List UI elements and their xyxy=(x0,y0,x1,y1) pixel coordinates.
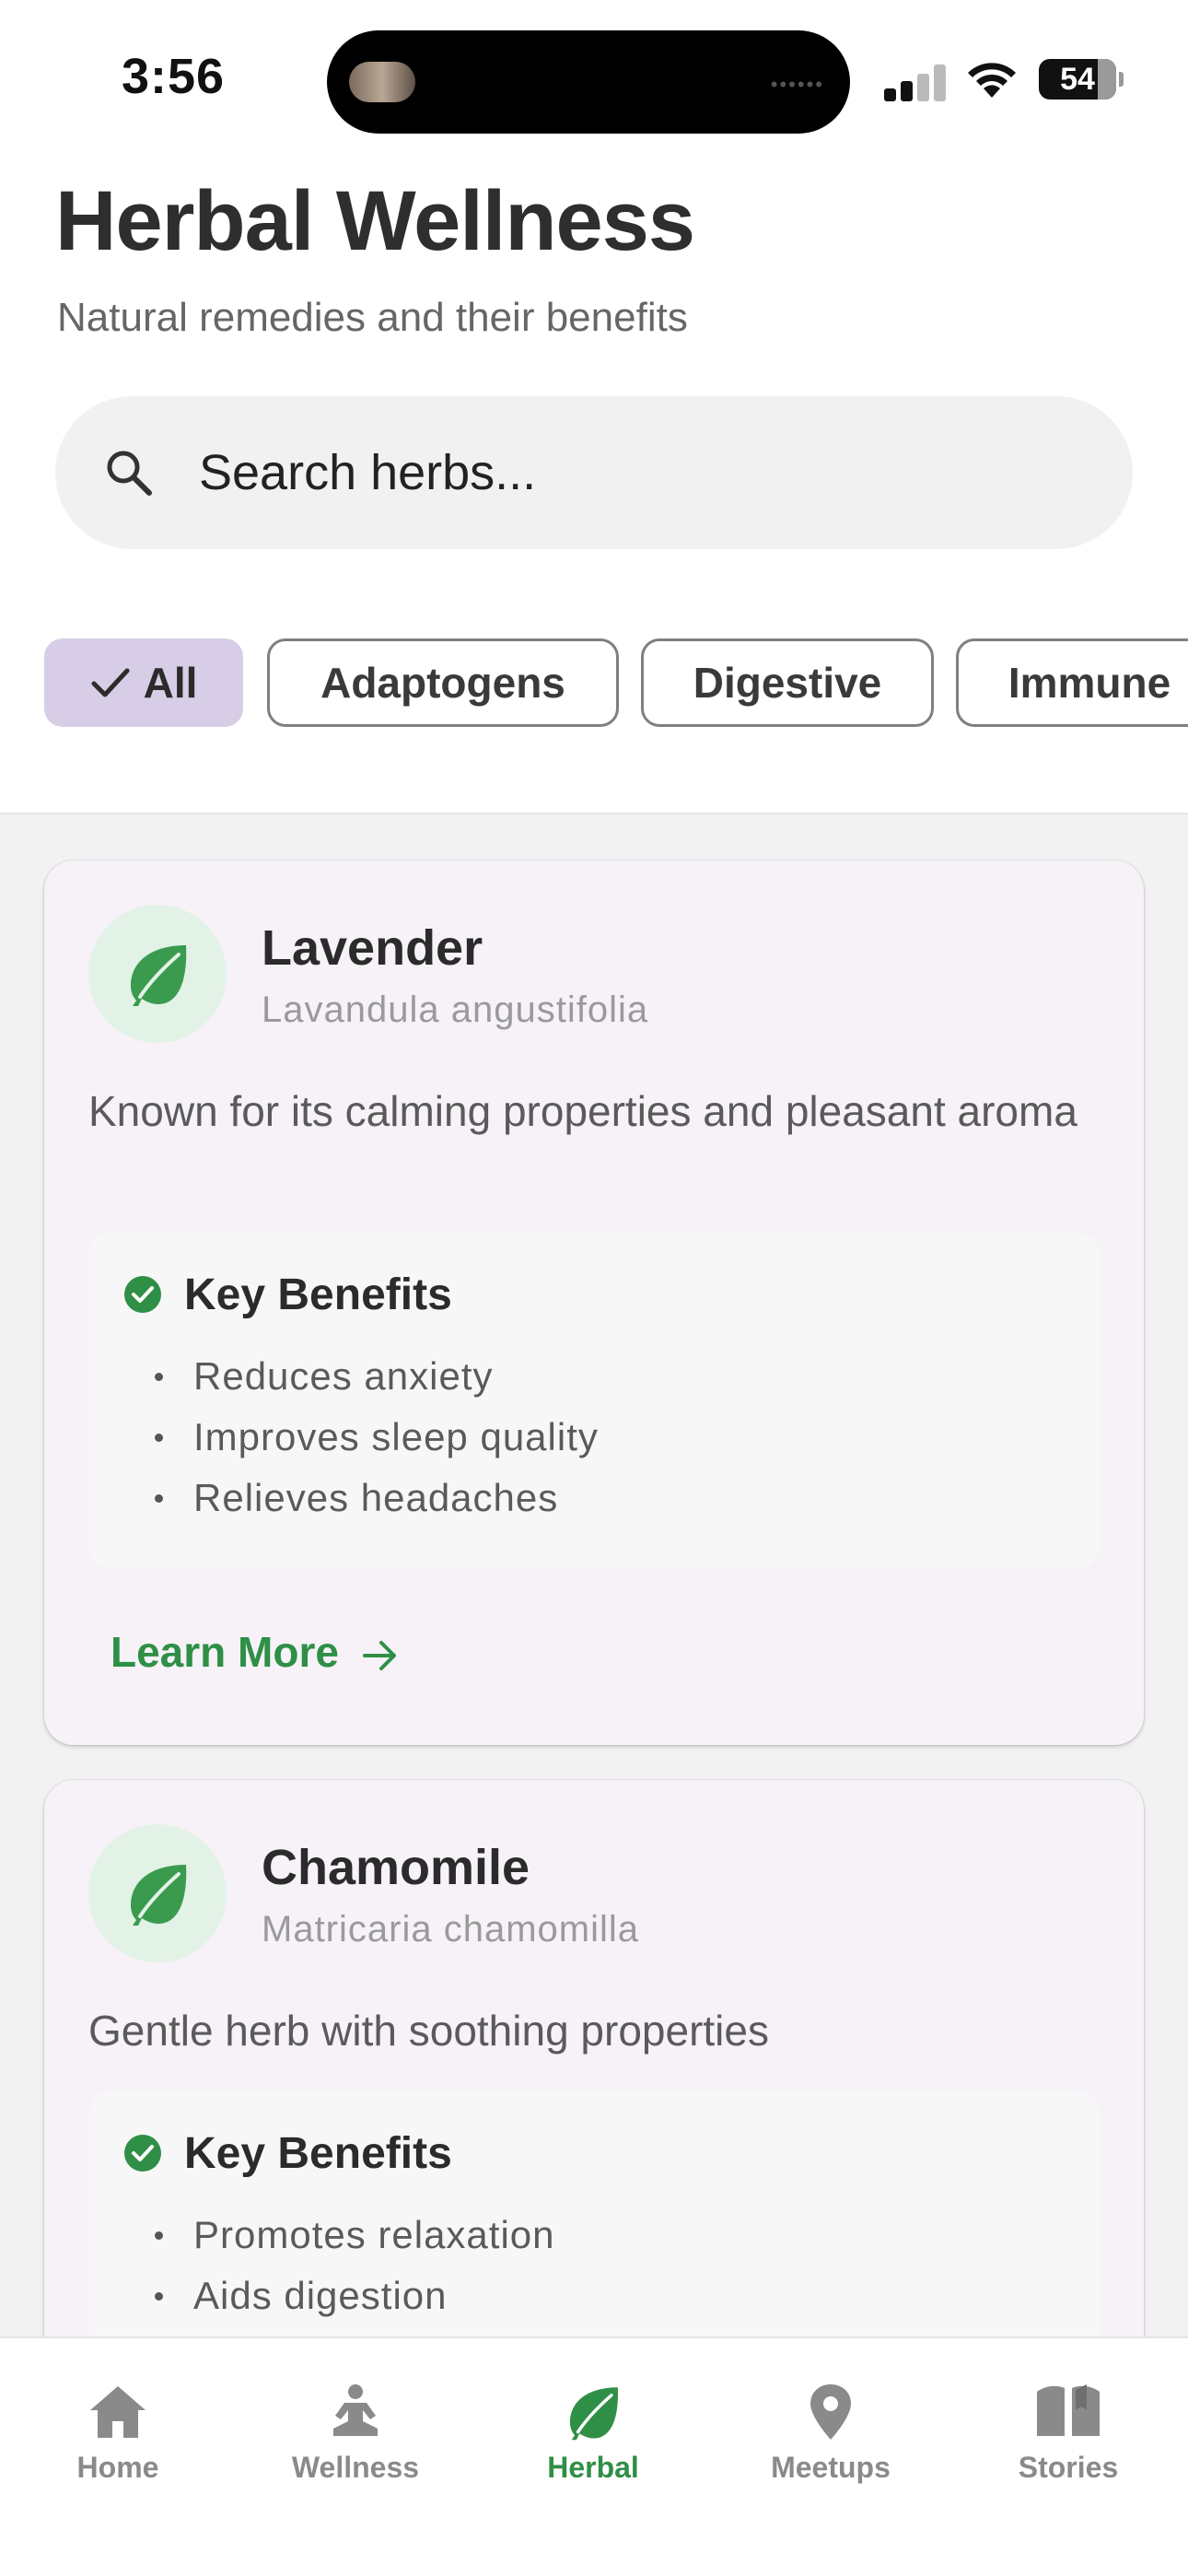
bottom-nav: Home Wellness Herbal Meetups Stories xyxy=(0,2336,1188,2576)
bullet xyxy=(155,1494,163,1503)
page-subtitle: Natural remedies and their benefits xyxy=(57,295,688,340)
filter-chips: All Adaptogens Digestive Immune xyxy=(44,638,1188,727)
herb-latin-name: Matricaria chamomilla xyxy=(262,1909,639,1950)
live-activity-thumbnail xyxy=(349,62,415,102)
herb-avatar xyxy=(88,1824,227,1962)
herb-card-chamomile[interactable]: Chamomile Matricaria chamomilla Gentle h… xyxy=(44,1780,1144,2336)
chip-digestive[interactable]: Digestive xyxy=(641,638,934,727)
audio-wave-icon: •••••• xyxy=(770,73,824,96)
check-circle-icon xyxy=(124,1276,161,1313)
meditation-icon xyxy=(333,2384,378,2436)
herb-description: Gentle herb with soothing properties xyxy=(88,2007,769,2055)
bullet xyxy=(155,2231,163,2240)
status-time: 3:56 xyxy=(122,49,226,104)
battery-icon: 54 xyxy=(1039,59,1124,100)
chip-label: Adaptogens xyxy=(320,659,565,707)
chip-all[interactable]: All xyxy=(44,638,243,727)
herb-card-lavender[interactable]: Lavender Lavandula angustifolia Known fo… xyxy=(44,861,1144,1745)
benefit-item: Relieves headaches xyxy=(193,1476,559,1519)
nav-label: Herbal xyxy=(547,2451,639,2484)
checkmark-icon xyxy=(91,668,130,697)
benefits-title: Key Benefits xyxy=(184,1270,452,1319)
status-bar: 3:56 •••••• 54 xyxy=(0,0,1188,147)
search-bar[interactable] xyxy=(55,396,1133,549)
chip-immune[interactable]: Immune xyxy=(956,638,1188,727)
bullet xyxy=(155,2292,163,2301)
herb-description: Known for its calming properties and ple… xyxy=(88,1087,1077,1135)
check-circle-icon xyxy=(124,2135,161,2172)
battery-level: 54 xyxy=(1060,62,1095,97)
herb-avatar xyxy=(88,905,227,1043)
arrow-right-icon xyxy=(362,1641,396,1670)
benefits-box: Key Benefits Promotes relaxation Aids di… xyxy=(88,2091,1100,2336)
nav-home[interactable]: Home xyxy=(17,2383,219,2512)
benefit-item: Aids digestion xyxy=(193,2274,448,2317)
search-icon xyxy=(107,451,152,496)
benefits-title: Key Benefits xyxy=(184,2129,452,2178)
wifi-icon xyxy=(968,63,1016,98)
benefit-item: Improves sleep quality xyxy=(193,1415,599,1458)
leaf-icon xyxy=(131,1865,187,1926)
benefits-box: Key Benefits Reduces anxiety Improves sl… xyxy=(88,1233,1100,1568)
learn-more-button[interactable]: Learn More xyxy=(111,1627,400,1677)
cellular-signal-icon xyxy=(884,64,947,101)
nav-wellness[interactable]: Wellness xyxy=(254,2383,457,2512)
learn-more-label: Learn More xyxy=(111,1628,339,1676)
benefit-item: Reduces anxiety xyxy=(193,1354,494,1398)
herb-list[interactable]: Lavender Lavandula angustifolia Known fo… xyxy=(0,813,1188,2336)
benefit-item: Promotes relaxation xyxy=(193,2213,555,2256)
nav-label: Wellness xyxy=(291,2451,420,2484)
nav-meetups[interactable]: Meetups xyxy=(729,2383,932,2512)
chip-label: Immune xyxy=(1007,659,1171,707)
nav-label: Stories xyxy=(1018,2451,1119,2484)
page-title: Herbal Wellness xyxy=(55,174,695,268)
chip-label: All xyxy=(143,659,198,707)
bullet xyxy=(155,1373,163,1381)
book-icon xyxy=(1037,2384,1100,2436)
location-pin-icon xyxy=(810,2384,851,2440)
dynamic-island: •••••• xyxy=(327,30,850,134)
bullet xyxy=(155,1434,163,1442)
leaf-icon xyxy=(569,2387,618,2441)
nav-label: Home xyxy=(76,2451,159,2484)
nav-label: Meetups xyxy=(771,2451,891,2484)
herb-latin-name: Lavandula angustifolia xyxy=(262,989,649,1030)
home-icon xyxy=(90,2386,146,2438)
chip-label: Digestive xyxy=(693,659,882,707)
chip-adaptogens[interactable]: Adaptogens xyxy=(267,638,619,727)
herb-name: Lavender xyxy=(262,920,483,976)
herb-name: Chamomile xyxy=(262,1840,530,1895)
nav-stories[interactable]: Stories xyxy=(967,2383,1170,2512)
search-input[interactable] xyxy=(199,431,1074,514)
nav-herbal[interactable]: Herbal xyxy=(492,2383,694,2512)
leaf-icon xyxy=(131,945,187,1006)
